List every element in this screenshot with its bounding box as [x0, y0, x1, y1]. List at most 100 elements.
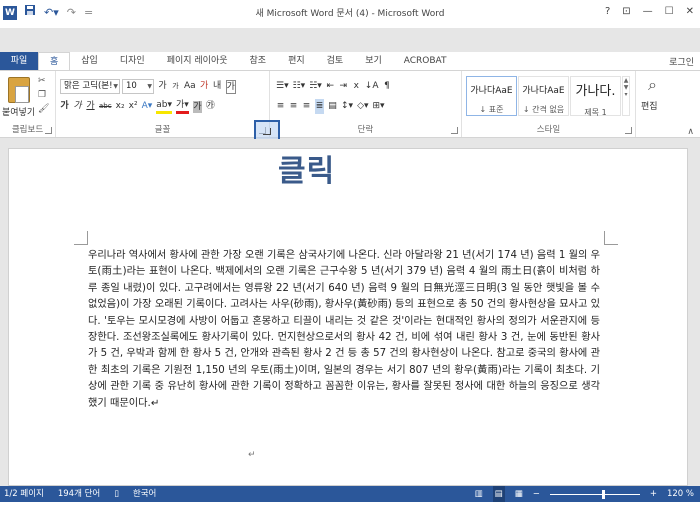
tab-home[interactable]: 홈: [38, 52, 71, 70]
help-button[interactable]: ?: [605, 6, 610, 17]
enclose-characters-icon[interactable]: ㉮: [206, 99, 215, 114]
font-name-combo[interactable]: 맑은 고딕(본! ▼: [60, 79, 120, 94]
superscript-button[interactable]: x²: [129, 99, 138, 114]
style-normal-sample: 가나다AaE: [470, 86, 513, 96]
show-marks-icon[interactable]: ¶: [382, 79, 391, 94]
clipboard-group: 붙여넣기 ✂ ❐ 🖌 클립보드: [0, 71, 56, 137]
change-case-button[interactable]: Aa: [184, 79, 196, 94]
clipboard-dialog-launcher[interactable]: [45, 127, 52, 134]
collapse-ribbon-icon[interactable]: ∧: [687, 127, 694, 137]
clear-formatting-button[interactable]: 가: [200, 79, 209, 94]
paragraph-dialog-launcher[interactable]: [451, 127, 458, 134]
subscript-button[interactable]: x₂: [116, 99, 125, 114]
font-size-combo[interactable]: 10 ▼: [122, 79, 154, 94]
word-count[interactable]: 194개 단어: [58, 486, 100, 502]
ribbon-display-options-button[interactable]: ⊡: [622, 6, 630, 17]
increase-indent-icon[interactable]: ⇥: [339, 79, 348, 94]
character-border-button[interactable]: 가: [225, 79, 236, 94]
ribbon: 붙여넣기 ✂ ❐ 🖌 클립보드 맑은 고딕(본! ▼ 10 ▼ 가 가 Aa 가 내…: [0, 70, 700, 138]
style-normal-name: ↓ 표준: [479, 105, 504, 114]
sign-in-link[interactable]: 로그인: [669, 55, 694, 68]
binoculars-icon[interactable]: ⌕: [648, 75, 657, 95]
print-layout-icon[interactable]: ▤: [492, 486, 505, 502]
proofing-icon[interactable]: ▯: [114, 486, 119, 502]
zoom-in-button[interactable]: +: [650, 486, 657, 502]
language-indicator[interactable]: 한국어: [133, 486, 156, 502]
tab-insert[interactable]: 삽입: [70, 52, 109, 70]
redo-button[interactable]: ↷: [67, 4, 76, 22]
tab-review[interactable]: 검토: [316, 52, 355, 70]
style-heading-1[interactable]: 가나다. 제목 1: [570, 76, 621, 117]
undo-button[interactable]: ↶▾: [44, 4, 59, 22]
strikethrough-button[interactable]: abc: [99, 99, 112, 114]
tab-file[interactable]: 파일: [0, 52, 38, 70]
align-left-icon[interactable]: ≡: [276, 99, 285, 114]
font-size-value: 10: [126, 81, 137, 91]
style-normal[interactable]: 가나다AaE ↓ 표준: [466, 76, 517, 116]
page-count[interactable]: 1/2 페이지: [4, 486, 44, 502]
tab-acrobat[interactable]: ACROBAT: [393, 52, 458, 70]
styles-group: 가나다AaE ↓ 표준 가나다AaE ↓ 간격 없음 가나다. 제목 1 ▲ ▼ ▾…: [462, 71, 636, 137]
paste-button-label[interactable]: 붙여넣기: [2, 105, 35, 118]
format-painter-icon[interactable]: 🖌: [38, 105, 49, 114]
zoom-slider-thumb[interactable]: [602, 489, 606, 499]
restore-button[interactable]: ☐: [665, 6, 674, 17]
quick-access-toolbar: ↶▾ ↷ =: [24, 4, 93, 22]
phonetic-guide-button[interactable]: 내: [213, 79, 222, 94]
tab-design[interactable]: 디자인: [109, 52, 156, 70]
style-no-spacing[interactable]: 가나다AaE ↓ 간격 없음: [518, 76, 569, 116]
paste-icon[interactable]: [8, 77, 30, 103]
tab-references[interactable]: 참조: [239, 52, 278, 70]
zoom-out-button[interactable]: −: [533, 486, 540, 502]
editing-button-label[interactable]: 편집: [641, 99, 658, 112]
tab-mailings[interactable]: 편지: [277, 52, 316, 70]
grow-font-button[interactable]: 가: [158, 79, 167, 94]
decrease-indent-icon[interactable]: ⇤: [326, 79, 335, 94]
distributed-icon[interactable]: ▤: [328, 99, 337, 114]
borders-icon[interactable]: ⊞▾: [373, 99, 385, 114]
style-no-spacing-sample: 가나다AaE: [522, 86, 565, 96]
document-body-text[interactable]: 우리나라 역사에서 황사에 관한 가장 오랜 기록은 삼국사기에 나온다. 신라…: [88, 248, 600, 412]
click-annotation: 클릭: [278, 154, 336, 189]
highlight-color-icon[interactable]: ab▾: [156, 100, 173, 114]
zoom-level[interactable]: 120 %: [667, 486, 694, 502]
shading-icon[interactable]: ◇▾: [357, 99, 368, 114]
underline-button[interactable]: 가: [86, 99, 95, 114]
margin-corner-top-right: [604, 231, 618, 245]
italic-button[interactable]: 가: [73, 99, 82, 114]
save-icon[interactable]: [24, 4, 36, 22]
font-name-value: 맑은 고딕(본!: [64, 81, 113, 91]
align-right-icon[interactable]: ≡: [302, 99, 311, 114]
font-color-icon[interactable]: 가▾: [176, 100, 189, 114]
line-spacing-icon[interactable]: ↕▾: [341, 99, 353, 114]
justify-icon[interactable]: ≣: [315, 99, 324, 114]
title-bar: W ↶▾ ↷ = 새 Microsoft Word 문서 (4) - Micro…: [0, 0, 700, 28]
text-effects-icon[interactable]: A▾: [142, 99, 153, 114]
tab-page-layout[interactable]: 페이지 레이아웃: [156, 52, 239, 70]
align-center-icon[interactable]: ≡: [289, 99, 298, 114]
tab-view[interactable]: 보기: [354, 52, 393, 70]
multilevel-list-icon[interactable]: ☵▾: [309, 79, 322, 94]
close-button[interactable]: ✕: [686, 6, 694, 17]
qat-customize-button[interactable]: =: [84, 4, 93, 22]
style-heading-1-name: 제목 1: [584, 108, 607, 117]
font-group-label: 글꼴: [154, 125, 171, 135]
web-layout-icon[interactable]: ▦: [515, 486, 523, 502]
copy-icon[interactable]: ❐: [38, 91, 49, 100]
styles-group-label: 스타일: [536, 125, 561, 135]
numbering-icon[interactable]: ☷▾: [293, 79, 306, 94]
bullets-icon[interactable]: ☰▾: [276, 79, 289, 94]
paragraph-group-label: 단락: [357, 125, 374, 135]
minimize-button[interactable]: —: [643, 6, 653, 17]
styles-gallery-scroll[interactable]: ▲ ▼ ▾: [622, 76, 630, 116]
zoom-slider[interactable]: [549, 489, 640, 499]
character-shading-icon[interactable]: 가: [192, 100, 202, 113]
styles-dialog-launcher[interactable]: [625, 127, 632, 134]
shrink-font-button[interactable]: 가: [171, 79, 180, 94]
text-direction-icon[interactable]: ⅹ: [352, 79, 361, 94]
word-app-icon[interactable]: W: [3, 6, 17, 20]
cut-icon[interactable]: ✂: [38, 77, 49, 86]
bold-button[interactable]: 가: [60, 99, 69, 114]
sort-icon[interactable]: ↓A: [365, 79, 379, 94]
read-mode-icon[interactable]: ▥: [475, 486, 483, 502]
